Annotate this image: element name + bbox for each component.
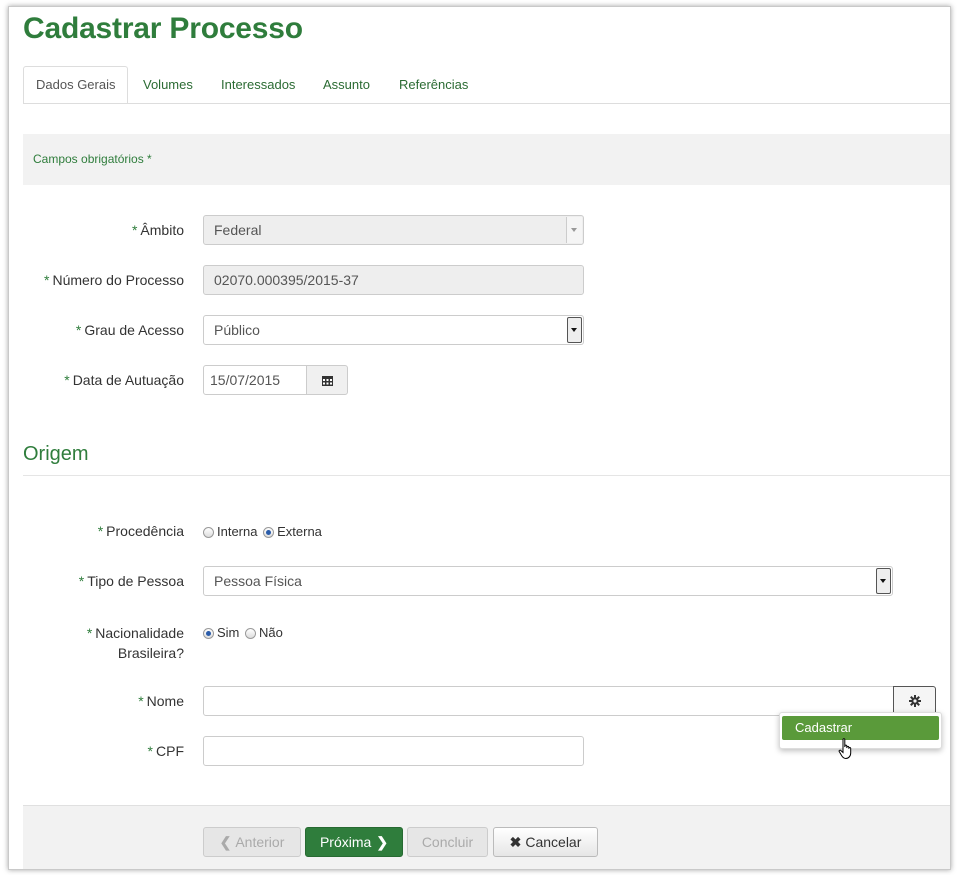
tab-volumes[interactable]: Volumes (131, 66, 205, 103)
nacionalidade-radio-group: Sim Não (203, 625, 283, 640)
anterior-button[interactable]: ❮ Anterior (203, 827, 301, 857)
chevron-down-icon[interactable] (876, 568, 891, 594)
required-star: * (97, 523, 104, 539)
cancelar-button[interactable]: ✖ Cancelar (493, 827, 598, 857)
close-icon: ✖ (509, 834, 522, 850)
procedencia-radio-group: Interna Externa (203, 524, 322, 539)
tipo-pessoa-label: * Tipo de Pessoa (78, 573, 184, 589)
page-title: Cadastrar Processo (23, 12, 303, 45)
procedencia-externa-radio[interactable] (263, 527, 275, 538)
required-fields-banner: Campos obrigatórios * (23, 134, 950, 185)
calendar-button[interactable] (306, 365, 348, 395)
procedencia-interna-radio[interactable] (203, 527, 214, 538)
nome-text-input[interactable] (214, 688, 893, 714)
origem-heading: Origem (23, 443, 89, 465)
procedencia-interna-label[interactable]: Interna (217, 524, 257, 539)
origem-divider (23, 475, 950, 476)
procedencia-externa-label[interactable]: Externa (277, 524, 322, 539)
cpf-input[interactable] (203, 736, 584, 766)
required-fields-note: Campos obrigatórios * (33, 152, 152, 166)
required-star: * (44, 272, 50, 288)
tab-bar: Dados Gerais Volumes Interessados Assunt… (23, 66, 623, 104)
numero-processo-field: 02070.000395/2015-37 (203, 265, 584, 295)
tab-assunto[interactable]: Assunto (311, 66, 382, 103)
tab-divider-left (23, 103, 123, 104)
chevron-down-icon[interactable] (567, 317, 582, 343)
tab-referencias[interactable]: Referências (387, 66, 480, 103)
tab-interessados[interactable]: Interessados (209, 66, 307, 103)
chevron-down-icon (566, 217, 582, 243)
required-star: * (78, 573, 85, 589)
main-frame: Cadastrar Processo Dados Gerais Volumes … (8, 6, 951, 870)
calendar-icon (322, 376, 333, 386)
tipo-pessoa-select[interactable]: Pessoa Física (203, 566, 893, 596)
cpf-label: * CPF (147, 743, 184, 759)
nacionalidade-label: * Nacionalidade Brasileira? (86, 625, 184, 661)
data-autuacao-label: * Data de Autuação (64, 372, 184, 388)
nacionalidade-nao-label[interactable]: Não (259, 625, 283, 640)
tab-dados-gerais[interactable]: Dados Gerais (23, 66, 128, 104)
required-star: * (75, 322, 82, 338)
cpf-text-input[interactable] (214, 738, 583, 764)
required-star: * (64, 372, 70, 388)
nome-options-menu: Cadastrar (779, 712, 942, 749)
grau-acesso-label: * Grau de Acesso (75, 322, 184, 338)
ambito-label: * Âmbito (131, 222, 184, 238)
chevron-left-icon: ❮ (219, 834, 232, 850)
grau-acesso-select[interactable]: Público (203, 315, 584, 345)
menu-item-cadastrar[interactable]: Cadastrar (782, 716, 939, 740)
required-star: * (147, 743, 153, 759)
gear-icon (909, 695, 921, 707)
concluir-button[interactable]: Concluir (407, 827, 488, 857)
nacionalidade-nao-radio[interactable] (245, 628, 257, 639)
proxima-button[interactable]: Próxima ❯ (305, 827, 403, 857)
required-star: * (86, 625, 93, 641)
nacionalidade-sim-label[interactable]: Sim (217, 625, 239, 640)
required-star: * (138, 693, 144, 709)
hand-cursor-icon (838, 738, 852, 759)
nome-label: * Nome (138, 693, 184, 709)
procedencia-label: * Procedência (97, 523, 184, 539)
required-star: * (131, 222, 138, 238)
nacionalidade-sim-radio[interactable] (203, 628, 214, 639)
ambito-select: Federal (203, 215, 584, 245)
chevron-right-icon: ❯ (376, 834, 389, 850)
data-autuacao-input[interactable]: 15/07/2015 (203, 365, 307, 395)
numero-processo-label: * Número do Processo (44, 272, 184, 288)
tab-divider (122, 103, 950, 104)
